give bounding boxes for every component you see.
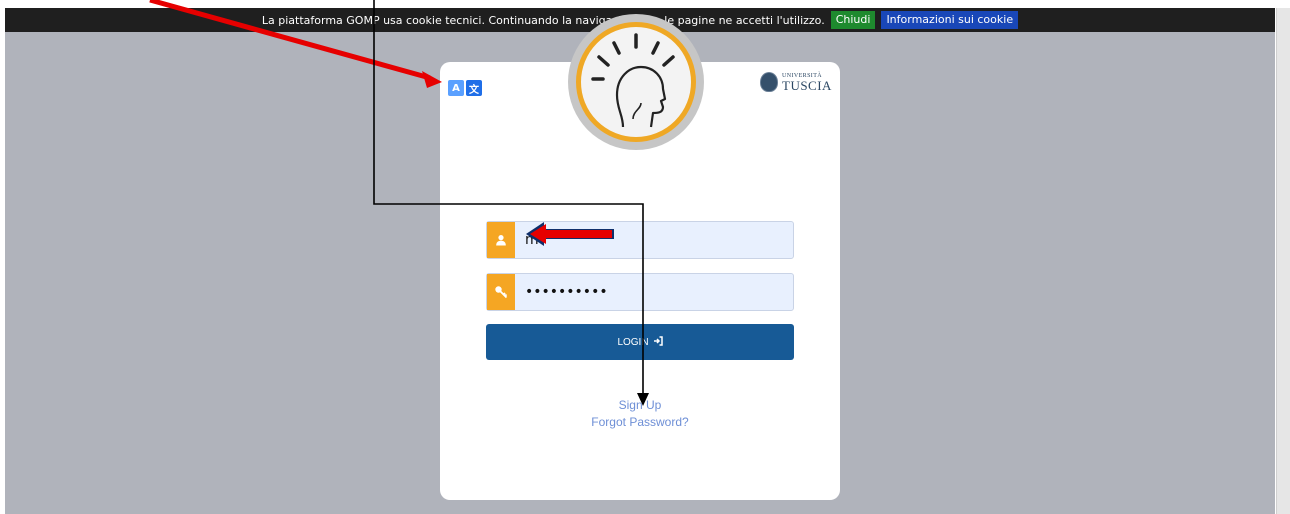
login-label: LOGIN	[617, 336, 649, 348]
username-input[interactable]	[515, 222, 793, 258]
sign-in-icon	[653, 335, 663, 349]
password-field[interactable]	[486, 273, 794, 311]
cookie-close-button[interactable]: Chiudi	[830, 11, 876, 29]
language-toggle[interactable]: A 文	[448, 80, 482, 96]
login-button[interactable]: LOGIN	[486, 324, 794, 360]
university-logo: UNIVERSITÀ TUSCIA	[760, 72, 832, 92]
language-a-icon[interactable]: A	[448, 80, 464, 96]
signup-link[interactable]: Sign Up	[540, 398, 740, 412]
vertical-scrollbar[interactable]	[1276, 8, 1290, 514]
university-logo-big: TUSCIA	[782, 77, 832, 93]
key-icon	[487, 274, 515, 310]
app-logo	[568, 14, 704, 150]
language-translate-icon[interactable]: 文	[466, 80, 482, 96]
username-field[interactable]	[486, 221, 794, 259]
password-input[interactable]	[515, 274, 793, 310]
forgot-password-link[interactable]: Forgot Password?	[540, 415, 740, 429]
university-crest-icon	[760, 72, 778, 92]
user-icon	[487, 222, 515, 258]
cookie-info-button[interactable]: Informazioni sui cookie	[881, 11, 1019, 29]
head-lightbulb-icon	[576, 22, 696, 142]
cookie-message: La piattaforma GOMP usa cookie tecnici. …	[261, 13, 825, 27]
